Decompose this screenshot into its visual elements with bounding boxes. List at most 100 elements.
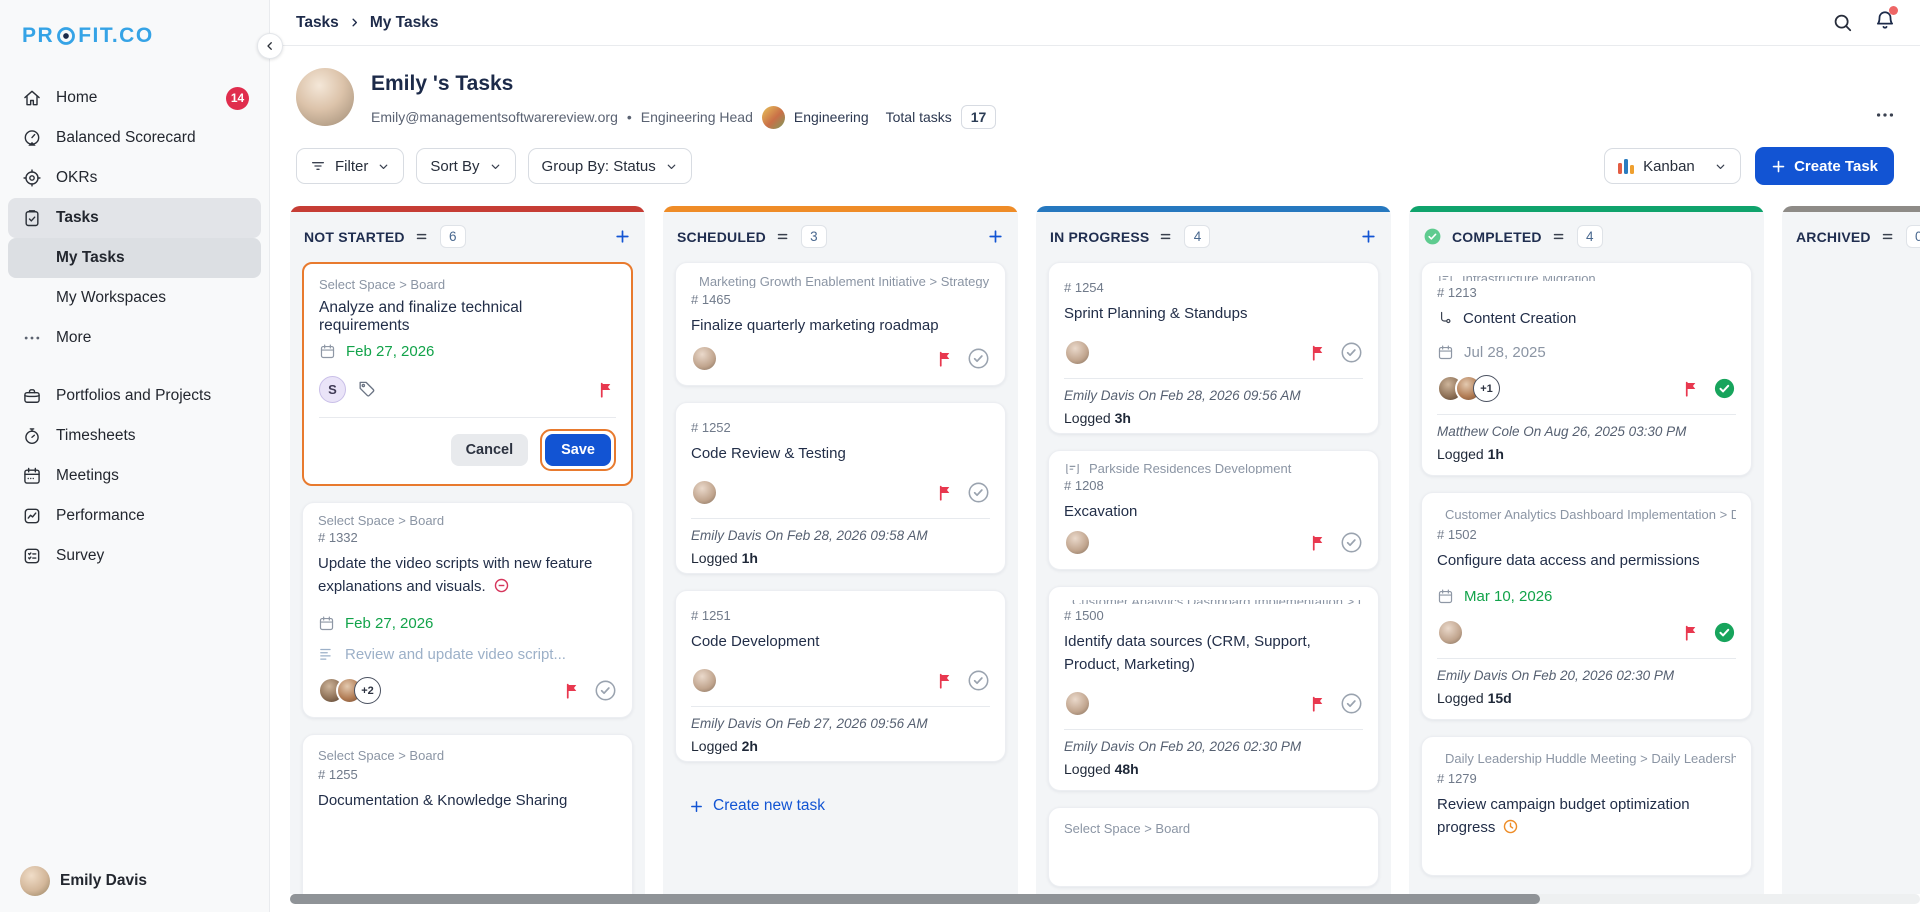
flag-icon[interactable] (564, 682, 582, 700)
assignee-avatars[interactable] (691, 667, 718, 695)
notifications-button[interactable] (1874, 6, 1898, 36)
assignee-avatars[interactable] (1437, 619, 1464, 646)
tag-icon[interactable] (357, 380, 376, 399)
column-menu-icon[interactable] (1552, 229, 1567, 244)
card-space[interactable]: Select Space > Board (318, 516, 444, 526)
task-card[interactable]: Select Space > Board # 1252 Code Review … (675, 402, 1006, 574)
complete-check-icon[interactable] (967, 347, 990, 370)
assignee-avatars[interactable]: +1 (1437, 375, 1500, 402)
task-card[interactable]: Select Space > Board # 1251 Code Develop… (675, 590, 1006, 762)
card-title[interactable]: Configure data access and permissions (1437, 549, 1736, 572)
assignee-avatars[interactable] (691, 345, 718, 372)
assignee-avatars[interactable] (1064, 529, 1091, 556)
due-date[interactable]: Feb 27, 2026 (345, 615, 433, 632)
flag-icon[interactable] (937, 484, 955, 502)
sidebar-item-survey[interactable]: Survey (8, 536, 261, 576)
complete-check-icon[interactable] (967, 669, 990, 692)
sidebar-item-tasks[interactable]: Tasks (8, 198, 261, 238)
task-card[interactable]: Infrastructure Migration # 1213 Content … (1421, 262, 1752, 476)
sidebar-item-portfolios[interactable]: Portfolios and Projects (8, 376, 261, 416)
task-card[interactable]: Customer Analytics Dashboard Implementat… (1421, 492, 1752, 720)
assignee-avatar[interactable]: S (319, 376, 346, 403)
column-menu-icon[interactable] (1881, 229, 1896, 244)
due-date[interactable]: Jul 28, 2025 (1464, 344, 1546, 361)
task-card[interactable]: Marketing Growth Enablement Initiative >… (675, 262, 1006, 386)
card-space[interactable]: Parkside Residences Development (1089, 464, 1291, 474)
task-card[interactable]: Select Space > Board (1048, 807, 1379, 887)
flag-icon[interactable] (1310, 695, 1328, 713)
card-title[interactable]: Sprint Planning & Standups (1064, 302, 1363, 325)
flag-icon[interactable] (1310, 344, 1328, 362)
task-card[interactable]: Select Space > Board # 1332 Update the v… (302, 502, 633, 718)
card-title[interactable]: Identify data sources (CRM, Support, Pro… (1064, 630, 1363, 677)
flag-icon[interactable] (1683, 624, 1701, 642)
group-by-button[interactable]: Group By: Status (527, 148, 692, 184)
completed-check-icon[interactable] (1713, 377, 1736, 400)
sidebar-item-my-tasks[interactable]: My Tasks (8, 238, 261, 278)
card-space[interactable]: Select Space > Board (319, 277, 445, 292)
card-space[interactable]: Customer Analytics Dashboard Implementat… (1445, 507, 1736, 522)
completed-check-icon[interactable] (1713, 621, 1736, 644)
task-card[interactable]: Parkside Residences Development # 1208 E… (1048, 450, 1379, 570)
flag-icon[interactable] (937, 350, 955, 368)
complete-check-icon[interactable] (967, 481, 990, 504)
profile-avatar[interactable] (296, 68, 354, 126)
card-title[interactable]: Excavation (1064, 500, 1363, 523)
flag-icon[interactable] (598, 381, 616, 399)
due-date[interactable]: Mar 10, 2026 (1464, 588, 1552, 605)
card-space[interactable]: Select Space > Board (1064, 821, 1190, 836)
sidebar-item-my-workspaces[interactable]: My Workspaces (8, 278, 261, 318)
sidebar-user[interactable]: Emily Davis (20, 866, 147, 896)
card-space[interactable]: Daily Leadership Huddle Meeting > Daily … (1445, 751, 1736, 766)
due-date[interactable]: Feb 27, 2026 (346, 343, 434, 360)
sidebar-collapse-button[interactable] (257, 33, 283, 59)
flag-icon[interactable] (1310, 534, 1328, 552)
create-new-task-link[interactable]: Create new task (689, 797, 1006, 815)
task-card[interactable]: Select Space > Board # 1254 Sprint Plann… (1048, 262, 1379, 434)
add-task-button[interactable] (614, 228, 631, 245)
task-card-editing[interactable]: Select Space > Board Analyze and finaliz… (302, 262, 633, 486)
card-title[interactable]: Documentation & Knowledge Sharing (318, 789, 617, 812)
add-task-button[interactable] (1360, 228, 1377, 245)
card-title[interactable]: Finalize quarterly marketing roadmap (691, 314, 990, 337)
horizontal-scrollbar-thumb[interactable] (290, 894, 1540, 904)
sidebar-item-balanced-scorecard[interactable]: Balanced Scorecard (8, 118, 261, 158)
column-menu-icon[interactable] (776, 229, 791, 244)
flag-icon[interactable] (937, 672, 955, 690)
create-task-button[interactable]: Create Task (1755, 147, 1894, 185)
add-task-button[interactable] (987, 228, 1004, 245)
complete-check-icon[interactable] (594, 679, 617, 702)
assignee-avatars[interactable] (1064, 690, 1091, 717)
column-menu-icon[interactable] (415, 229, 430, 244)
assignee-avatars[interactable]: +2 (318, 677, 381, 704)
sidebar-item-home[interactable]: Home 14 (8, 78, 261, 118)
brand-logo[interactable]: PR FIT.CO (0, 0, 269, 78)
card-title[interactable]: Update the video scripts with new featur… (318, 552, 617, 602)
complete-check-icon[interactable] (1340, 692, 1363, 715)
sidebar-item-more[interactable]: More (8, 318, 261, 358)
column-menu-icon[interactable] (1159, 229, 1174, 244)
subtask-preview[interactable]: Review and update video script... (345, 646, 566, 663)
filter-button[interactable]: Filter (296, 148, 405, 184)
assignee-avatars[interactable] (691, 479, 718, 507)
assignee-avatars[interactable] (1064, 339, 1091, 367)
card-space[interactable]: Marketing Growth Enablement Initiative >… (699, 276, 990, 288)
search-icon[interactable] (1832, 12, 1854, 34)
card-space[interactable]: Select Space > Board (318, 748, 444, 763)
card-title[interactable]: Review campaign budget optimization prog… (1437, 793, 1736, 843)
task-card[interactable]: Customer Analytics Dashboard Implementat… (1048, 586, 1379, 791)
view-selector[interactable]: Kanban (1604, 148, 1742, 184)
card-space[interactable]: Infrastructure Migration (1462, 276, 1596, 281)
task-card[interactable]: Select Space > Board # 1255 Documentatio… (302, 734, 633, 894)
card-title[interactable]: Analyze and finalize technical requireme… (319, 299, 616, 335)
header-more-menu[interactable] (1874, 104, 1896, 131)
task-card[interactable]: Daily Leadership Huddle Meeting > Daily … (1421, 736, 1752, 876)
sidebar-item-performance[interactable]: Performance (8, 496, 261, 536)
breadcrumb-tasks[interactable]: Tasks (296, 14, 339, 32)
sidebar-item-meetings[interactable]: Meetings (8, 456, 261, 496)
flag-icon[interactable] (1683, 380, 1701, 398)
card-space[interactable]: Customer Analytics Dashboard Implementat… (1072, 600, 1363, 604)
complete-check-icon[interactable] (1340, 531, 1363, 554)
sort-by-button[interactable]: Sort By (416, 148, 516, 184)
card-title[interactable]: Code Review & Testing (691, 442, 990, 465)
